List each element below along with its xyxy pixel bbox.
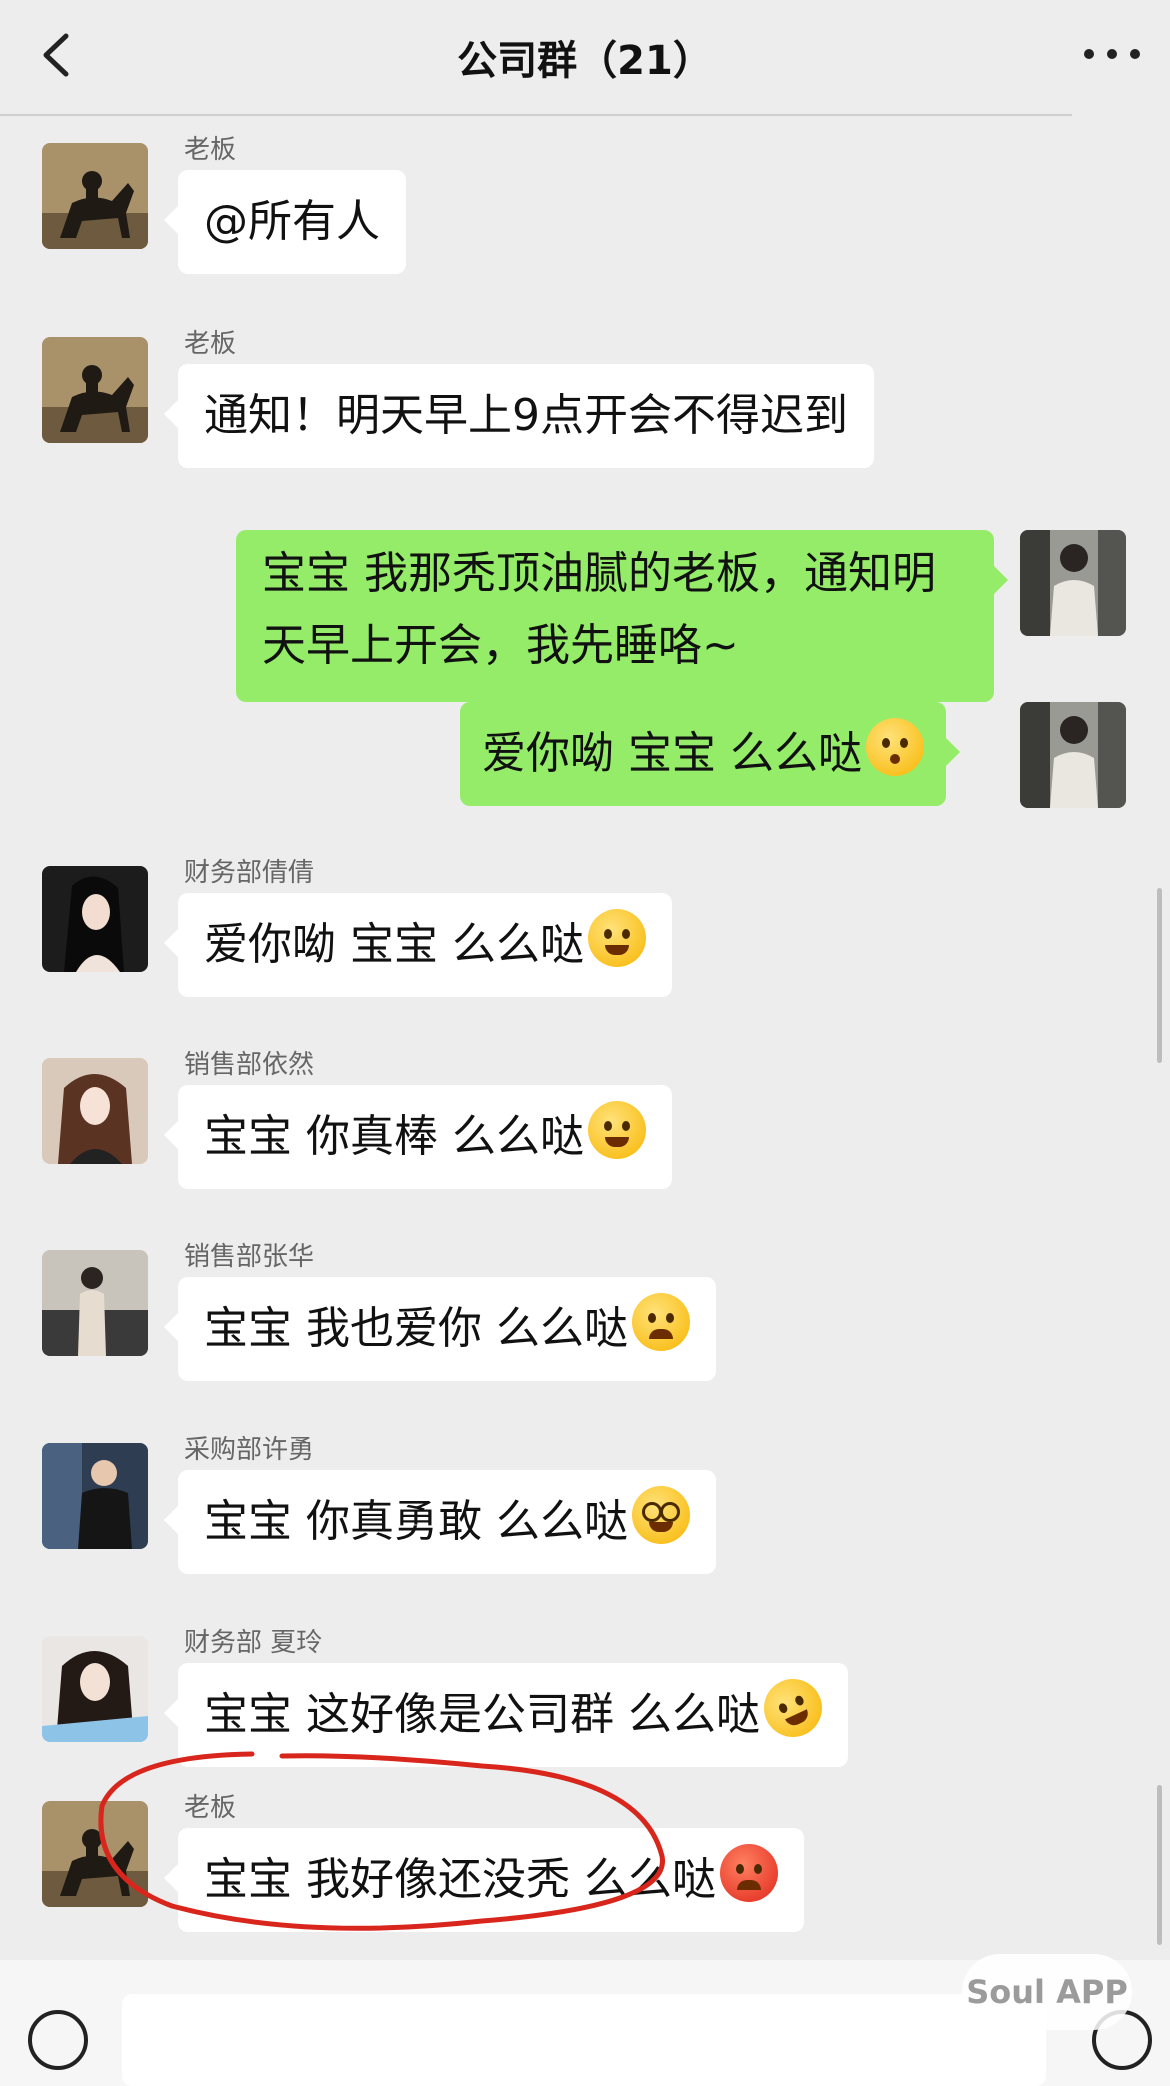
boss-avatar[interactable] — [42, 143, 148, 249]
message-bubble[interactable]: 爱你呦 宝宝 么么哒 — [164, 893, 672, 997]
tears-of-joy-icon — [587, 909, 646, 967]
message-text: 爱你呦 宝宝 么么哒 — [482, 728, 862, 779]
sender-name: 老板 — [184, 135, 237, 165]
nerd-face-icon — [631, 1486, 690, 1544]
voice-input-icon[interactable] — [28, 2010, 88, 2070]
message-text: 宝宝 你真勇敢 么么哒 — [204, 1496, 628, 1547]
sender-name: 销售部依然 — [184, 1050, 315, 1080]
header-divider — [0, 114, 1072, 116]
user-avatar[interactable] — [1020, 702, 1126, 808]
message-bubble[interactable]: 宝宝 我也爱你 么么哒 — [164, 1277, 716, 1381]
message-bubble[interactable]: @所有人 — [164, 170, 406, 274]
tears-of-joy-icon — [587, 1101, 646, 1159]
member-avatar[interactable] — [42, 1058, 148, 1164]
more-options-icon[interactable] — [1084, 34, 1140, 74]
message-input[interactable] — [122, 1994, 1046, 2086]
sender-name: 销售部张华 — [184, 1242, 315, 1272]
message-bubble[interactable]: 宝宝 你真勇敢 么么哒 — [164, 1470, 716, 1574]
user-avatar[interactable] — [1020, 530, 1126, 636]
message-text: 爱你呦 宝宝 么么哒 — [204, 919, 584, 970]
sender-name: 采购部许勇 — [184, 1435, 315, 1465]
sender-name: 财务部倩倩 — [184, 858, 315, 888]
rofl-face-icon — [754, 1669, 832, 1747]
message-bubble[interactable]: 通知！明天早上9点开会不得迟到 — [164, 364, 874, 468]
message-bubble-self[interactable]: 爱你呦 宝宝 么么哒 — [460, 702, 960, 806]
downcast-sweat-face-icon — [631, 1293, 690, 1351]
member-avatar[interactable] — [42, 1636, 148, 1742]
message-bubble-self[interactable]: 宝宝 我那秃顶油腻的老板，通知明天早上开会，我先睡咯~ — [236, 530, 1008, 702]
scrollbar-thumb-lower[interactable] — [1157, 1785, 1162, 1945]
message-text: 宝宝 我也爱你 么么哒 — [204, 1303, 628, 1354]
chat-title: 公司群（21） — [457, 38, 713, 84]
boss-avatar[interactable] — [42, 337, 148, 443]
scrollbar-thumb[interactable] — [1157, 888, 1162, 1063]
watermark-logo: Soul APP — [962, 1954, 1132, 2030]
sender-name: 财务部 夏玲 — [184, 1628, 323, 1658]
sender-name: 老板 — [184, 329, 237, 359]
message-text: 宝宝 你真棒 么么哒 — [204, 1111, 584, 1162]
message-bubble[interactable]: 宝宝 你真棒 么么哒 — [164, 1085, 672, 1189]
message-text: 宝宝 这好像是公司群 么么哒 — [204, 1689, 760, 1740]
annotation-circle — [98, 1751, 665, 1931]
member-avatar[interactable] — [42, 1250, 148, 1356]
member-avatar[interactable] — [42, 866, 148, 972]
angry-face-icon — [719, 1844, 778, 1902]
member-avatar[interactable] — [42, 1443, 148, 1549]
chat-header: 公司群（21） — [0, 0, 1170, 115]
kissing-face-icon — [865, 718, 924, 776]
